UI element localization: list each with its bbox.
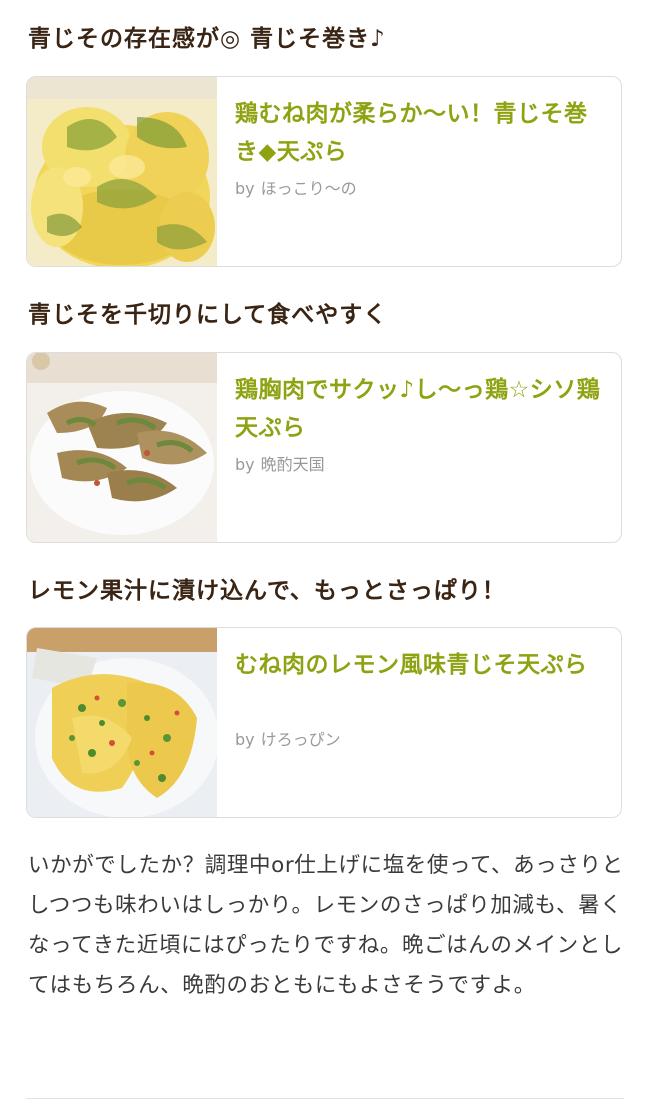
recipe-title-1[interactable]: 鶏むね肉が柔らか〜い！青じそ巻き◆天ぷら (235, 95, 607, 171)
recipe-thumbnail-2[interactable] (27, 353, 217, 542)
recipe-author-2[interactable]: 晩酌天国 (261, 455, 325, 474)
recipe-thumbnail-1[interactable] (27, 77, 217, 266)
recipe-author-line-1: by ほっこり〜の (235, 175, 357, 199)
recipe-card-3[interactable]: むね肉のレモン風味青じそ天ぷら by けろっぴン (26, 627, 622, 818)
section-heading-3: レモン果汁に漬け込んで、もっとさっぱり！ (28, 578, 506, 604)
recipe-author-3[interactable]: けろっぴン (261, 730, 341, 749)
recipe-title-3[interactable]: むね肉のレモン風味青じそ天ぷら (235, 646, 607, 684)
tempura-photo-2 (27, 353, 217, 542)
section-heading-2: 青じそを千切りにして食べやすく (28, 302, 388, 328)
tempura-photo-3 (27, 628, 217, 817)
recipe-title-2[interactable]: 鶏胸肉でサクッ♪し〜っ鶏☆シソ鶏天ぷら (235, 371, 607, 447)
recipe-card-2[interactable]: 鶏胸肉でサクッ♪し〜っ鶏☆シソ鶏天ぷら by 晩酌天国 (26, 352, 622, 543)
by-label: by (235, 730, 255, 749)
closing-paragraph: いかがでしたか？調理中or仕上げに塩を使って、あっさりとしつつも味わいはしっかり… (28, 853, 624, 998)
by-label: by (235, 179, 255, 198)
recipe-author-line-3: by けろっぴン (235, 726, 341, 750)
recipe-card-1[interactable]: 鶏むね肉が柔らか〜い！青じそ巻き◆天ぷら by ほっこり〜の (26, 76, 622, 267)
tempura-photo-1 (27, 77, 217, 266)
section-heading-1: 青じその存在感が◎ 青じそ巻き♪ (28, 26, 386, 52)
recipe-author-1[interactable]: ほっこり〜の (261, 179, 357, 198)
bottom-divider (26, 1098, 624, 1099)
recipe-author-line-2: by 晩酌天国 (235, 451, 325, 475)
by-label: by (235, 455, 255, 474)
recipe-thumbnail-3[interactable] (27, 628, 217, 817)
